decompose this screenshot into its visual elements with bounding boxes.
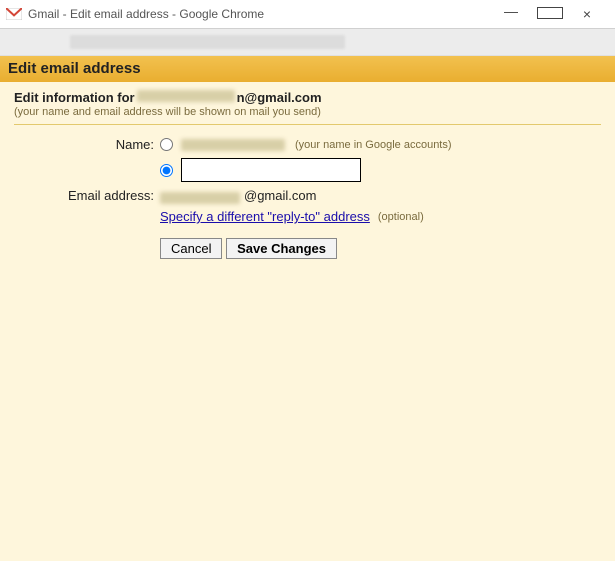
edit-info-prefix: Edit information for [14,90,135,105]
google-name-hint: (your name in Google accounts) [295,139,452,151]
edit-info-email-suffix: n@gmail.com [237,90,322,105]
google-account-name-redacted [181,139,285,151]
specify-reply-to-link[interactable]: Specify a different "reply-to" address [160,209,370,224]
window-maximize-button[interactable] [537,6,561,22]
window-titlebar: Gmail - Edit email address - Google Chro… [0,0,615,29]
redacted-email-user [137,90,235,102]
window-title: Gmail - Edit email address - Google Chro… [28,7,499,21]
name-field-label: Name: [14,137,154,152]
gmail-icon [6,8,22,20]
email-static-suffix: @gmail.com [244,188,316,203]
browser-toolbar [0,29,615,56]
email-field-label: Email address: [14,188,154,203]
name-use-google-radio[interactable] [160,138,173,151]
email-user-redacted [160,192,240,204]
page-header: Edit email address [0,56,615,82]
custom-name-input[interactable] [181,158,361,182]
edit-info-line: Edit information for n@gmail.com [14,90,601,105]
save-changes-button[interactable]: Save Changes [226,238,337,259]
window-close-button[interactable]: × [575,6,599,22]
window-minimize-button[interactable] [499,6,523,22]
page-title: Edit email address [8,60,141,77]
edit-info-hint: (your name and email address will be sho… [14,106,601,118]
section-separator [14,124,601,125]
reply-to-optional-hint: (optional) [378,211,424,223]
cancel-button[interactable]: Cancel [160,238,222,259]
name-use-custom-radio[interactable] [160,164,173,177]
page-body: Edit information for n@gmail.com (your n… [0,82,615,561]
